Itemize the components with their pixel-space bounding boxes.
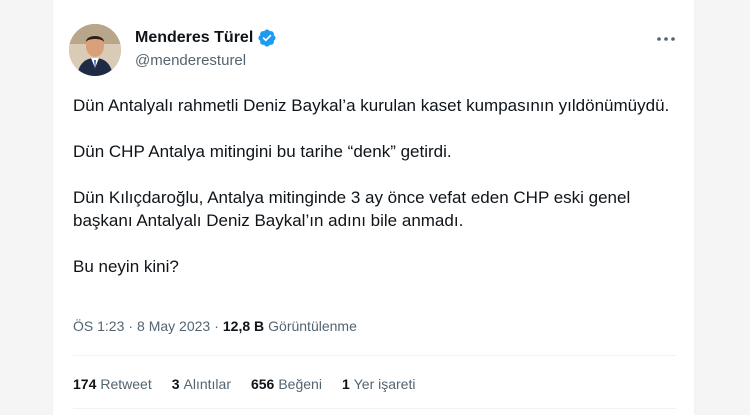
- author-handle[interactable]: @menderesturel: [135, 52, 246, 69]
- meta-separator: ·: [214, 318, 219, 334]
- author-name[interactable]: Menderes Türel: [135, 29, 253, 47]
- quotes-count: 3: [171, 376, 180, 392]
- divider: [73, 408, 676, 409]
- avatar[interactable]: [69, 24, 121, 76]
- retweets-count: 174: [73, 376, 97, 392]
- likes-count: 656: [250, 376, 275, 392]
- engagement-stats: 174 Retweet 3 Alıntılar 656 Beğeni 1 Yer…: [73, 376, 415, 392]
- avatar-image: [69, 24, 121, 76]
- tweet-text: Dün Antalyalı rahmetli Deniz Baykal’a ku…: [73, 94, 673, 301]
- divider: [73, 355, 676, 356]
- bookmarks-stat[interactable]: 1 Yer işareti: [342, 376, 416, 392]
- likes-stat[interactable]: 656 Beğeni: [251, 376, 322, 392]
- tweet-date[interactable]: 8 May 2023: [137, 318, 210, 334]
- tweet-meta: ÖS 1:23 · 8 May 2023 · 12,8 B Görüntülen…: [73, 318, 357, 334]
- views-label: Görüntülenme: [268, 318, 357, 334]
- bookmarks-count: 1: [341, 376, 350, 392]
- retweets-label: Retweet: [100, 376, 152, 392]
- tweet-time[interactable]: ÖS 1:23: [73, 318, 124, 334]
- bookmarks-label: Yer işareti: [353, 376, 416, 392]
- tweet-paragraph: Dün Antalyalı rahmetli Deniz Baykal’a ku…: [73, 96, 670, 115]
- likes-label: Beğeni: [278, 376, 322, 392]
- tweet-card: Menderes Türel @menderesturel Dün Antaly…: [52, 0, 695, 415]
- meta-separator: ·: [128, 318, 134, 334]
- author-name-row: Menderes Türel: [135, 28, 277, 48]
- quotes-stat[interactable]: 3 Alıntılar: [172, 376, 231, 392]
- quotes-label: Alıntılar: [183, 376, 231, 392]
- more-options-button[interactable]: [651, 26, 681, 50]
- verified-badge-icon: [257, 28, 277, 48]
- retweets-stat[interactable]: 174 Retweet: [73, 376, 152, 392]
- more-horizontal-icon: [656, 29, 676, 47]
- views-count: 12,8 B: [222, 318, 265, 334]
- tweet-paragraph: Dün CHP Antalya mitingini bu tarihe “den…: [73, 142, 452, 161]
- tweet-paragraph: Bu neyin kini?: [73, 257, 179, 276]
- tweet-paragraph: Dün Kılıçdaroğlu, Antalya mitinginde 3 a…: [73, 188, 631, 230]
